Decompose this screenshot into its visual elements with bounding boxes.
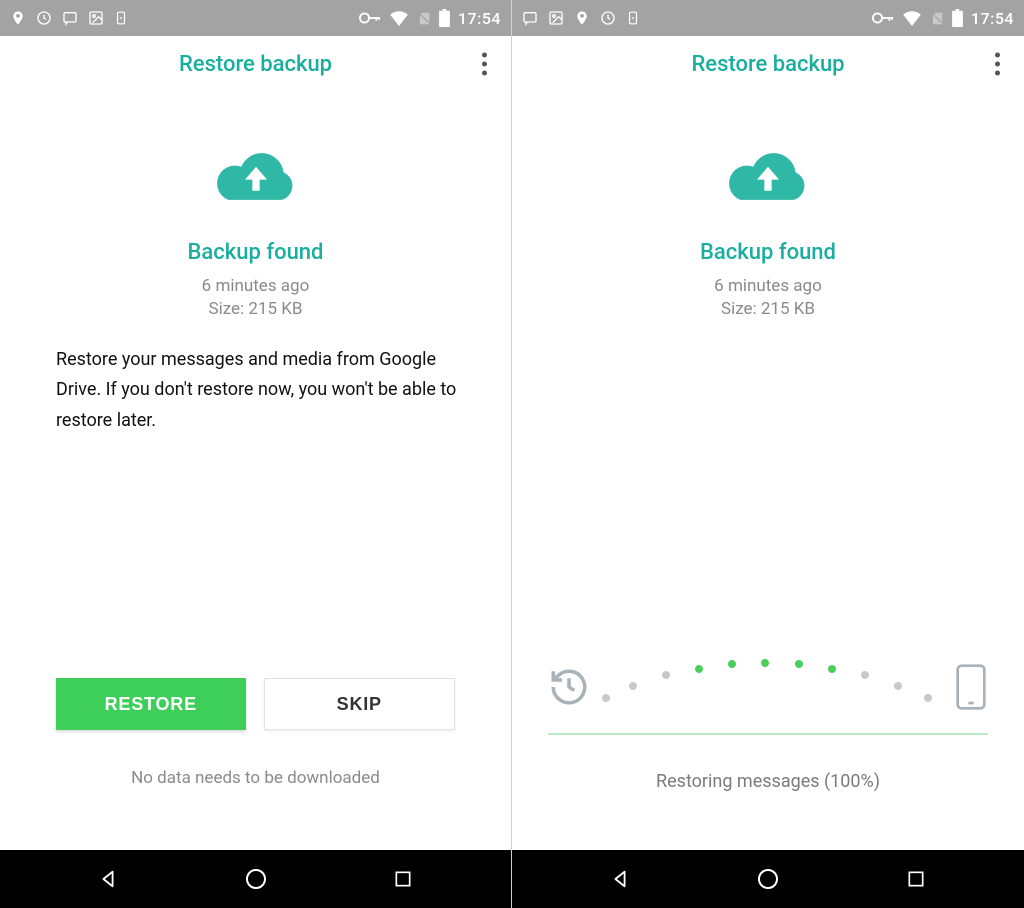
backup-found-heading: Backup found bbox=[188, 240, 324, 265]
no-sim-icon bbox=[930, 10, 944, 26]
status-left bbox=[522, 10, 640, 26]
app-bar: Restore backup bbox=[512, 36, 1024, 92]
cloud-upload-icon bbox=[210, 144, 302, 212]
image-icon bbox=[548, 10, 564, 26]
skip-button[interactable]: SKIP bbox=[264, 678, 456, 730]
content: Backup found 6 minutes ago Size: 215 KB … bbox=[0, 92, 511, 850]
progress-zone: Restoring messages (100%) bbox=[512, 653, 1024, 792]
nav-back-button[interactable] bbox=[580, 859, 660, 899]
status-left bbox=[10, 10, 128, 26]
backup-meta: 6 minutes ago Size: 215 KB bbox=[714, 275, 822, 321]
page-title: Restore backup bbox=[691, 52, 844, 77]
sms-icon bbox=[522, 10, 538, 26]
nav-bar bbox=[0, 850, 511, 908]
nav-home-button[interactable] bbox=[728, 859, 808, 899]
vpn-key-icon bbox=[359, 11, 381, 25]
clock-text: 17:54 bbox=[971, 9, 1014, 28]
backup-size: Size: 215 KB bbox=[714, 298, 822, 321]
image-icon bbox=[88, 10, 104, 26]
cloud-section: Backup found 6 minutes ago Size: 215 KB bbox=[0, 92, 511, 321]
backup-meta: 6 minutes ago Size: 215 KB bbox=[202, 275, 310, 321]
location-icon bbox=[10, 10, 26, 26]
download-footnote: No data needs to be downloaded bbox=[0, 768, 511, 788]
history-icon bbox=[548, 666, 590, 712]
location-icon bbox=[574, 10, 590, 26]
transfer-dots bbox=[602, 659, 934, 707]
vpn-key-icon bbox=[872, 11, 894, 25]
device-icon bbox=[626, 10, 640, 26]
nav-back-button[interactable] bbox=[68, 859, 148, 899]
phone-icon bbox=[954, 663, 988, 715]
backup-time: 6 minutes ago bbox=[202, 275, 310, 298]
phone-right: 17:54 Restore backup Backup found 6 minu… bbox=[512, 0, 1024, 908]
overflow-menu-button[interactable] bbox=[995, 53, 1000, 76]
transfer-row bbox=[548, 653, 988, 725]
backup-found-heading: Backup found bbox=[700, 240, 836, 265]
wifi-icon bbox=[902, 10, 922, 26]
clock-text: 17:54 bbox=[458, 9, 501, 28]
status-right: 17:54 bbox=[872, 9, 1014, 28]
backup-size: Size: 215 KB bbox=[202, 298, 310, 321]
nav-bar bbox=[512, 850, 1024, 908]
wifi-icon bbox=[389, 10, 409, 26]
progress-bar bbox=[548, 733, 988, 735]
nav-home-button[interactable] bbox=[216, 859, 296, 899]
overflow-menu-button[interactable] bbox=[482, 53, 487, 76]
cloud-section: Backup found 6 minutes ago Size: 215 KB bbox=[512, 92, 1024, 321]
nav-recent-button[interactable] bbox=[876, 859, 956, 899]
battery-icon bbox=[952, 9, 963, 27]
status-bar: 17:54 bbox=[512, 0, 1024, 36]
backup-time: 6 minutes ago bbox=[714, 275, 822, 298]
status-bar: 17:54 bbox=[0, 0, 511, 36]
device-icon bbox=[114, 10, 128, 26]
sync-icon bbox=[36, 10, 52, 26]
restore-button[interactable]: RESTORE bbox=[56, 678, 246, 730]
content: Backup found 6 minutes ago Size: 215 KB bbox=[512, 92, 1024, 850]
battery-icon bbox=[439, 9, 450, 27]
sms-icon bbox=[62, 10, 78, 26]
progress-status-text: Restoring messages (100%) bbox=[548, 771, 988, 792]
cloud-upload-icon bbox=[722, 144, 814, 212]
restore-description: Restore your messages and media from Goo… bbox=[0, 321, 511, 437]
page-title: Restore backup bbox=[179, 52, 332, 77]
sync-icon bbox=[600, 10, 616, 26]
button-row: RESTORE SKIP bbox=[0, 678, 511, 730]
status-right: 17:54 bbox=[359, 9, 501, 28]
nav-recent-button[interactable] bbox=[363, 859, 443, 899]
phone-left: 17:54 Restore backup Backup found 6 minu… bbox=[0, 0, 512, 908]
app-bar: Restore backup bbox=[0, 36, 511, 92]
no-sim-icon bbox=[417, 10, 431, 26]
